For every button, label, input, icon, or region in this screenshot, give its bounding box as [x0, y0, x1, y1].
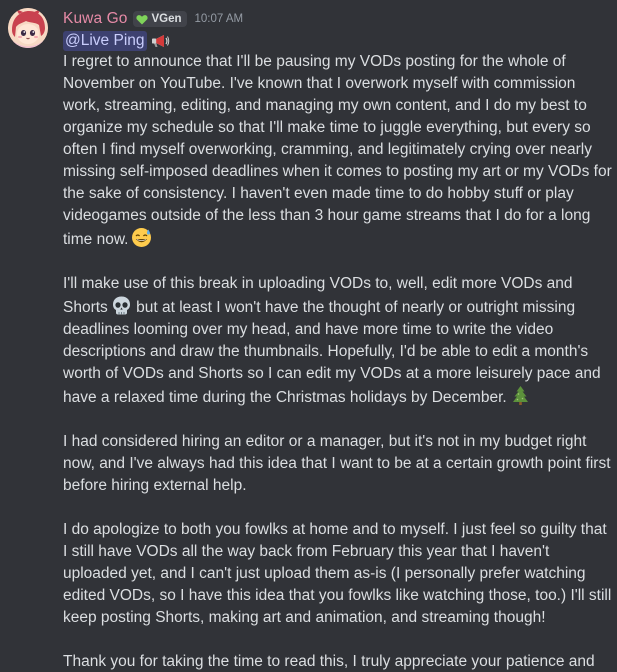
chat-message: Kuwa Go VGen 10:07 AM @Live Ping I regre…: [0, 0, 617, 672]
paragraph-3: I had considered hiring an editor or a m…: [63, 431, 615, 497]
mention-line: @Live Ping: [63, 30, 170, 52]
paragraph-5-text: Thank you for taking the time to read th…: [63, 653, 595, 670]
message-header: Kuwa Go VGen 10:07 AM: [63, 9, 243, 29]
christmas-tree-emoji[interactable]: [510, 385, 531, 406]
paragraph-1-text: I regret to announce that I'll be pausin…: [63, 53, 612, 248]
message-content: I regret to announce that I'll be pausin…: [63, 51, 615, 672]
paragraph-5: Thank you for taking the time to read th…: [63, 651, 615, 672]
paragraph-2: I'll make use of this break in uploading…: [63, 273, 615, 409]
paragraph-1: I regret to announce that I'll be pausin…: [63, 51, 615, 251]
skull-emoji[interactable]: [111, 295, 132, 316]
green-heart-icon: [136, 14, 149, 24]
server-tag-label: VGen: [151, 13, 182, 25]
paragraph-4-text: I do apologize to both you fowlks at hom…: [63, 521, 612, 626]
sweat-smile-emoji[interactable]: [131, 227, 152, 248]
megaphone-icon: [151, 35, 169, 47]
role-mention[interactable]: @Live Ping: [63, 31, 147, 51]
timestamp[interactable]: 10:07 AM: [195, 13, 244, 25]
avatar[interactable]: [8, 8, 48, 48]
paragraph-3-text: I had considered hiring an editor or a m…: [63, 433, 611, 494]
server-tag[interactable]: VGen: [133, 11, 187, 27]
username[interactable]: Kuwa Go: [63, 10, 127, 28]
paragraph-4: I do apologize to both you fowlks at hom…: [63, 519, 615, 629]
